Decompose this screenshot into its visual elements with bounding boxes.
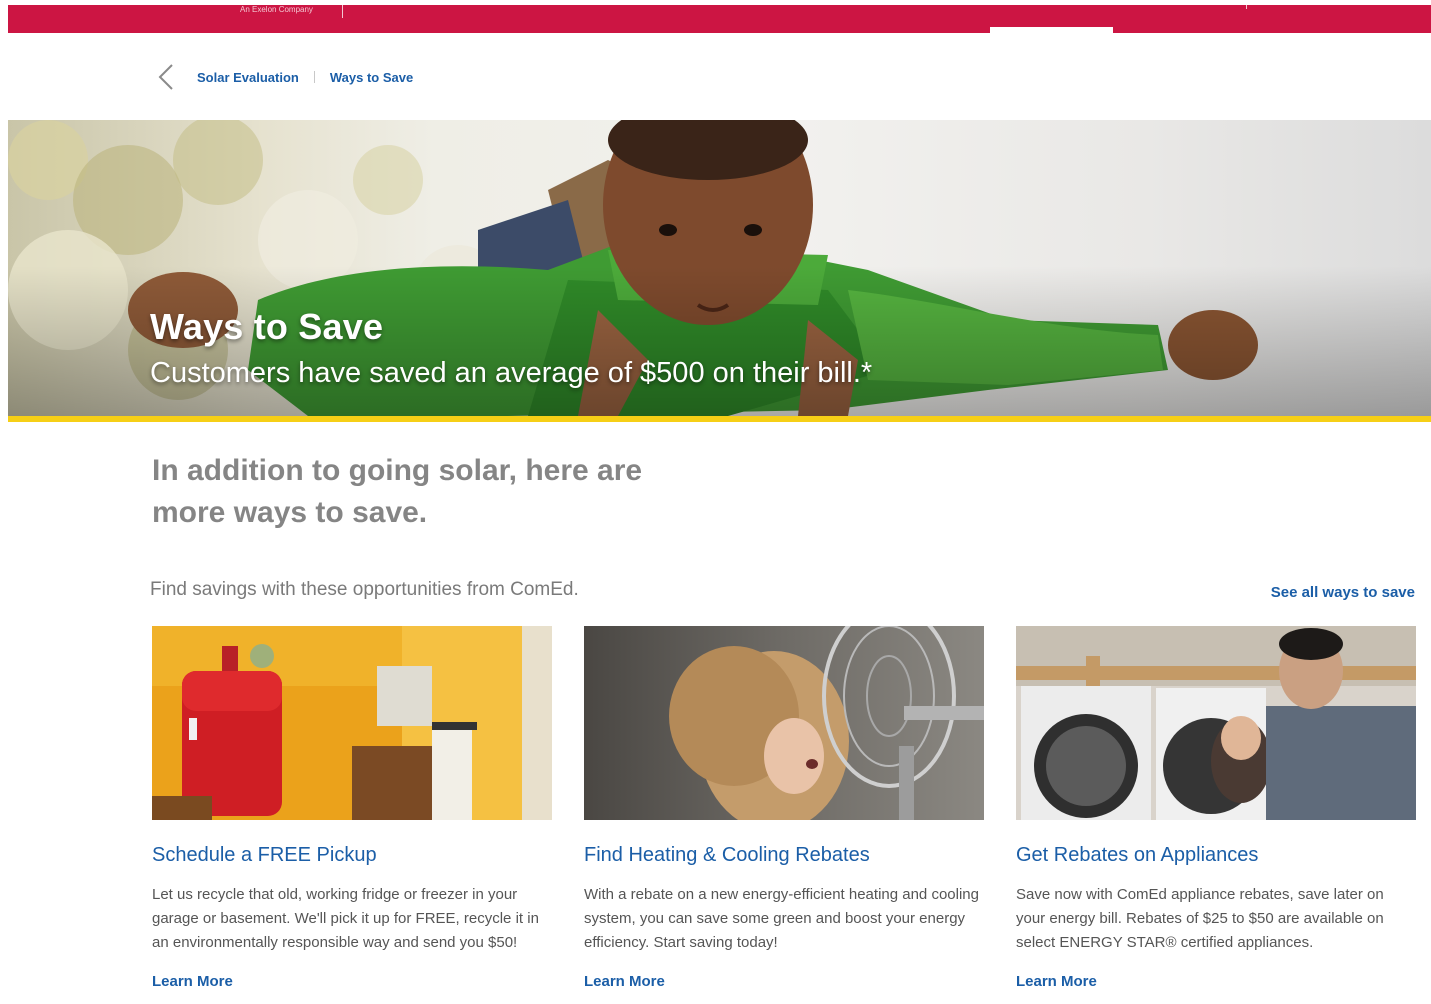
opportunity-card-heating-cooling: Find Heating & Cooling Rebates With a re… xyxy=(584,626,984,991)
breadcrumb: Solar Evaluation Ways to Save xyxy=(155,62,413,92)
hero-title: Ways to Save xyxy=(150,306,384,347)
breadcrumb-separator xyxy=(313,71,315,83)
girl-fan-image[interactable] xyxy=(584,626,984,820)
breadcrumb-ways-to-save[interactable]: Ways to Save xyxy=(330,70,413,85)
fridge-kitchen-image[interactable] xyxy=(152,626,552,820)
header-divider xyxy=(342,5,343,18)
learn-more-appliances-link[interactable]: Learn More xyxy=(1016,973,1097,990)
hero-banner: Ways to Save Customers have saved an ave… xyxy=(8,120,1431,416)
learn-more-pickup-link[interactable]: Learn More xyxy=(152,973,233,990)
hero-subtitle: Customers have saved an average of $500 … xyxy=(150,357,873,389)
see-all-ways-link[interactable]: See all ways to save xyxy=(1271,584,1415,601)
intro-heading: In addition to going solar, here are mor… xyxy=(152,454,643,529)
learn-more-heating-cooling-link[interactable]: Learn More xyxy=(584,973,665,990)
chevron-left-icon[interactable] xyxy=(155,62,177,92)
site-header-bar: An Exelon Company xyxy=(8,5,1431,33)
card-text-pickup: Let us recycle that old, working fridge … xyxy=(152,886,539,951)
washer-family-image[interactable] xyxy=(1016,626,1416,820)
card-title-pickup[interactable]: Schedule a FREE Pickup xyxy=(152,844,552,867)
hero-accent-rule xyxy=(8,416,1431,422)
opportunity-card-pickup: Schedule a FREE Pickup Let us recycle th… xyxy=(152,626,552,991)
header-separator xyxy=(1246,5,1247,9)
opportunity-card-appliances: Get Rebates on Appliances Save now with … xyxy=(1016,626,1416,991)
card-title-appliances[interactable]: Get Rebates on Appliances xyxy=(1016,844,1416,867)
opportunities-subhead: Find savings with these opportunities fr… xyxy=(150,579,579,600)
card-text-appliances: Save now with ComEd appliance rebates, s… xyxy=(1016,886,1384,951)
breadcrumb-solar-evaluation[interactable]: Solar Evaluation xyxy=(197,70,299,85)
card-text-heating-cooling: With a rebate on a new energy-efficient … xyxy=(584,886,979,951)
active-nav-tab-indicator[interactable] xyxy=(990,27,1113,33)
card-title-heating-cooling[interactable]: Find Heating & Cooling Rebates xyxy=(584,844,984,867)
header-tagline: An Exelon Company xyxy=(240,5,313,14)
